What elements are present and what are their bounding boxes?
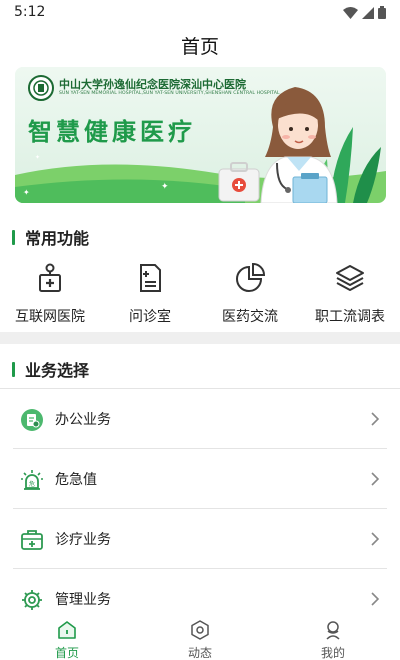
section-separator: [0, 332, 400, 344]
function-label: 医药交流: [222, 309, 278, 325]
chevron-right-icon: [371, 592, 380, 606]
alarm-icon: 危: [21, 470, 43, 490]
hospital-name: 中山大学孙逸仙纪念医院深汕中心医院: [59, 78, 246, 91]
medical-kit-icon: [21, 530, 43, 550]
list-item-label: 管理业务: [55, 592, 111, 608]
settings-icon: [22, 590, 42, 610]
page-title: 首页: [180, 36, 219, 58]
pie-chart-icon: [236, 262, 266, 292]
list-item-medical[interactable]: 诊疗业务: [0, 509, 400, 569]
common-functions-title: 常用功能: [25, 229, 90, 248]
hexagon-icon: [191, 620, 209, 640]
chevron-right-icon: [371, 532, 380, 546]
hospital-name-en: SUN YAT-SEN MEMORIAL HOSPITAL,SUN YAT-SE…: [59, 91, 280, 96]
user-icon: [326, 621, 340, 640]
nav-home[interactable]: 首页: [27, 618, 107, 660]
office-icon: [21, 409, 43, 431]
list-item-label: 办公业务: [55, 412, 111, 428]
chevron-right-icon: [371, 412, 380, 426]
function-staff-survey[interactable]: 职工流调表: [300, 258, 400, 328]
status-icons: [343, 6, 386, 19]
list-item-label: 危急值: [55, 472, 97, 488]
layers-icon: [336, 265, 364, 291]
nav-profile[interactable]: 我的: [293, 618, 373, 660]
function-medicine-exchange[interactable]: 医药交流: [200, 258, 300, 328]
svg-text:✦: ✦: [35, 154, 40, 161]
status-time: 5:12: [14, 4, 46, 20]
function-internet-hospital[interactable]: 互联网医院: [0, 258, 100, 328]
function-label: 职工流调表: [315, 309, 385, 325]
consultation-icon: [140, 264, 161, 292]
common-functions-grid: 互联网医院 问诊室 医药交流 职工流调表: [0, 258, 400, 328]
banner-slogan: 智慧健康医疗: [28, 118, 196, 146]
signal-icon: [362, 6, 374, 19]
function-consultation-room[interactable]: 问诊室: [100, 258, 200, 328]
nav-label: 我的: [320, 646, 345, 660]
nav-label: 首页: [54, 646, 79, 660]
battery-icon: [378, 6, 386, 19]
list-item-office[interactable]: 办公业务: [0, 389, 400, 449]
nav-feed[interactable]: 动态: [160, 618, 240, 660]
chevron-right-icon: [371, 472, 380, 486]
home-icon: [58, 621, 76, 639]
business-header: 业务选择: [12, 357, 89, 381]
status-bar: 5:12: [0, 0, 400, 26]
section-accent-bar: [12, 229, 15, 245]
common-functions-header: 常用功能: [12, 225, 89, 249]
svg-text:危: 危: [29, 480, 35, 488]
banner[interactable]: ✦ ✦ ✦ 中山大学孙逸仙纪念医院深汕中心医院 SUN YAT-SEN MEMO…: [15, 67, 386, 203]
svg-text:✦: ✦: [23, 188, 30, 197]
function-label: 问诊室: [129, 309, 171, 325]
wifi-icon: [343, 6, 358, 19]
function-label: 互联网医院: [15, 309, 85, 325]
hospital-icon: [39, 263, 61, 292]
nav-label: 动态: [187, 646, 212, 660]
list-item-label: 诊疗业务: [55, 532, 111, 548]
bottom-nav: 首页 动态 我的: [0, 612, 400, 660]
business-title: 业务选择: [25, 361, 90, 380]
list-item-critical-value[interactable]: 危 危急值: [0, 449, 400, 509]
svg-text:✦: ✦: [161, 182, 169, 192]
section-accent-bar: [12, 361, 15, 377]
